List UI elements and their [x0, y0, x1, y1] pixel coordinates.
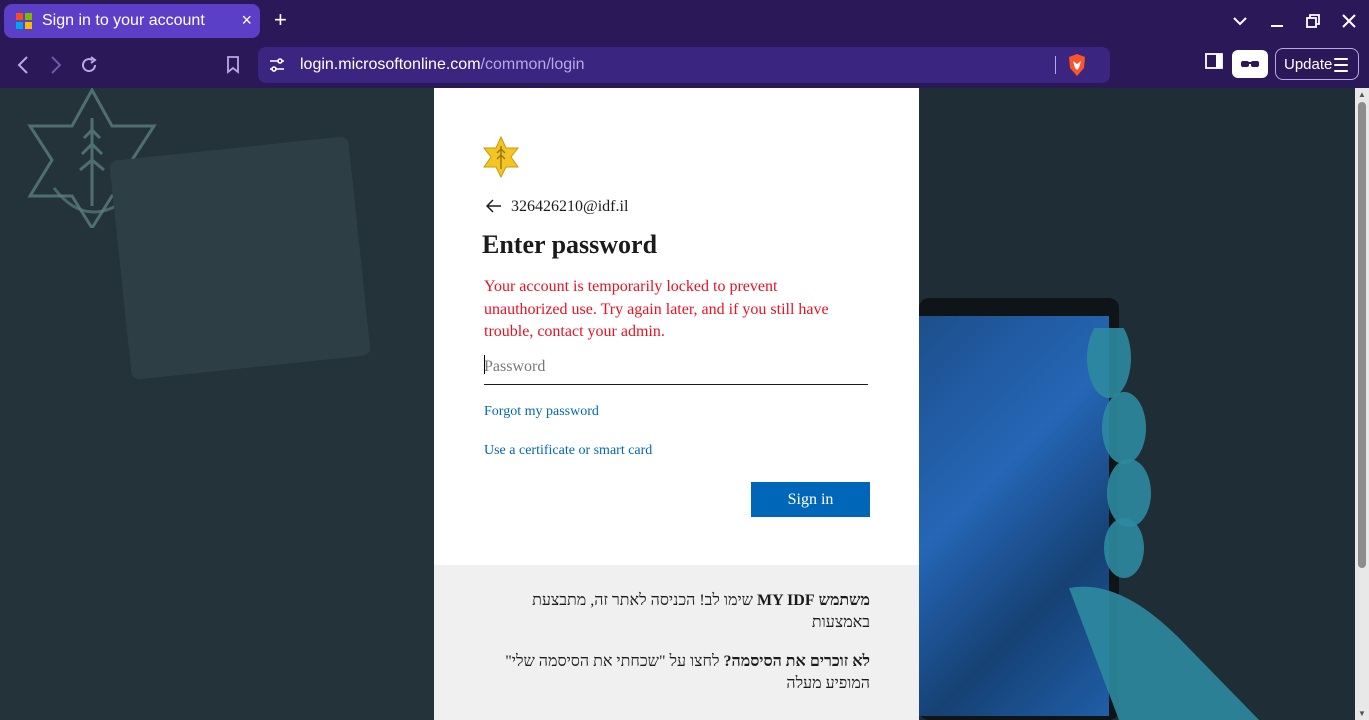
minimize-icon[interactable]: [1259, 0, 1295, 42]
password-input[interactable]: [484, 350, 868, 385]
sidebar-icon[interactable]: [1205, 52, 1223, 75]
page-content: 326426210@idf.il Enter password Your acc…: [0, 88, 1355, 720]
update-button[interactable]: Update: [1275, 48, 1359, 80]
notice-line-1: משתמש MY IDF שימו לב! הכניסה לאתר זה, מת…: [482, 590, 870, 634]
url-text[interactable]: login.microsoftonline.com/common/login: [300, 56, 585, 74]
notice-box: משתמש MY IDF שימו לב! הכניסה לאתר זה, מת…: [434, 565, 919, 720]
back-icon[interactable]: [10, 52, 36, 78]
background-shape: [109, 136, 371, 380]
forward-icon[interactable]: [43, 52, 69, 78]
close-icon[interactable]: [1331, 0, 1367, 42]
scroll-up-icon[interactable]: ▲: [1358, 90, 1366, 99]
restore-icon[interactable]: [1295, 0, 1331, 42]
idf-logo-icon: [482, 136, 520, 178]
notice-line-2: לא זוכרים את הסיסמה? לחצו על "שכחתי את ה…: [482, 651, 870, 695]
new-tab-button[interactable]: +: [274, 8, 287, 32]
site-settings-icon[interactable]: [268, 56, 286, 79]
text-caret: [484, 355, 485, 374]
scroll-down-icon[interactable]: ▼: [1358, 709, 1366, 718]
browser-toolbar: login.microsoftonline.com/common/login U…: [0, 42, 1369, 88]
background-left: [0, 88, 434, 720]
microsoft-favicon-icon: [16, 13, 32, 29]
url-host: login.microsoftonline.com: [300, 56, 481, 73]
sign-in-button[interactable]: Sign in: [751, 482, 870, 517]
tab-title: Sign in to your account: [42, 12, 205, 29]
notice-line-2-bold: לא זוכרים את הסיסמה?: [723, 653, 871, 670]
menu-icon[interactable]: [1334, 58, 1348, 76]
signin-card: 326426210@idf.il Enter password Your acc…: [434, 88, 919, 565]
page-title: Enter password: [482, 230, 658, 259]
back-arrow-icon[interactable]: [485, 197, 502, 218]
thumb-illustration: [1069, 586, 1259, 720]
scrollbar[interactable]: ▲ ▼: [1355, 88, 1369, 720]
bookmark-icon[interactable]: [220, 52, 246, 78]
tab-sign-in[interactable]: Sign in to your account ×: [4, 4, 260, 38]
scrollbar-thumb[interactable]: [1358, 102, 1366, 568]
certificate-link[interactable]: Use a certificate or smart card: [484, 443, 652, 459]
account-email: 326426210@idf.il: [511, 198, 629, 215]
tab-list-icon[interactable]: [1222, 0, 1258, 42]
update-label: Update: [1284, 56, 1333, 73]
error-message: Your account is temporarily locked to pr…: [484, 278, 829, 340]
tab-bar: Sign in to your account × +: [0, 0, 1369, 42]
notice-line-1-bold: משתמש MY IDF: [756, 592, 870, 609]
background-right: [919, 88, 1355, 720]
url-path: /common/login: [480, 56, 585, 73]
url-divider: [1055, 56, 1056, 74]
address-bar[interactable]: login.microsoftonline.com/common/login: [258, 47, 1110, 83]
tab-close-button[interactable]: ×: [241, 10, 252, 30]
wallet-icon[interactable]: [1232, 50, 1268, 78]
forgot-password-link[interactable]: Forgot my password: [484, 404, 599, 420]
brave-shield-icon[interactable]: [1066, 53, 1088, 77]
reload-icon[interactable]: [76, 52, 102, 78]
